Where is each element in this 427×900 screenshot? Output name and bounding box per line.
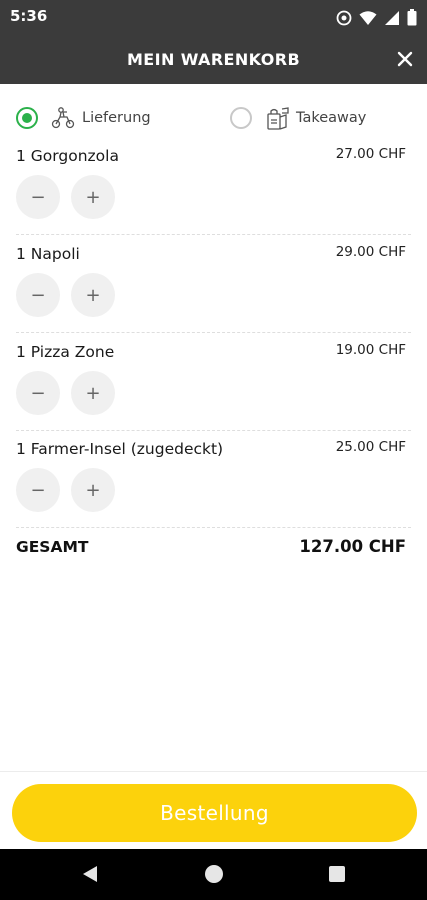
- item-price: 25.00 CHF: [335, 439, 406, 455]
- page-title: MEIN WARENKORB: [126, 50, 301, 69]
- total-row: GESAMT 127.00 CHF: [16, 526, 411, 566]
- battery-icon: [407, 9, 417, 26]
- order-button[interactable]: Bestellung: [12, 784, 417, 842]
- takeaway-radio[interactable]: [230, 107, 252, 129]
- item-name: 1 Napoli: [16, 245, 80, 263]
- signal-icon: [384, 10, 400, 26]
- home-icon[interactable]: [205, 865, 223, 883]
- increase-quantity-button[interactable]: +: [71, 468, 115, 512]
- item-name: 1 Pizza Zone: [16, 343, 115, 361]
- scooter-icon: [50, 105, 76, 131]
- item-name: 1 Gorgonzola: [16, 147, 119, 165]
- cart-item: 1 Farmer-Insel (zugedeckt) 25.00 CHF − +: [16, 430, 411, 528]
- item-price: 27.00 CHF: [335, 146, 406, 162]
- increase-quantity-button[interactable]: +: [71, 273, 115, 317]
- decrease-quantity-button[interactable]: −: [16, 175, 60, 219]
- takeaway-bag-icon: [264, 105, 290, 131]
- system-nav-bar: [0, 849, 427, 900]
- recents-icon[interactable]: [329, 866, 345, 882]
- item-price: 29.00 CHF: [335, 244, 406, 260]
- wifi-icon: [359, 10, 377, 26]
- total-label: GESAMT: [16, 538, 89, 556]
- increase-quantity-button[interactable]: +: [71, 371, 115, 415]
- status-time: 5:36: [10, 7, 48, 25]
- back-icon[interactable]: [82, 865, 98, 887]
- takeaway-label: Takeaway: [296, 110, 367, 126]
- total-value: 127.00 CHF: [299, 537, 406, 556]
- cart-item: 1 Napoli 29.00 CHF − +: [16, 235, 411, 333]
- decrease-quantity-button[interactable]: −: [16, 468, 60, 512]
- decrease-quantity-button[interactable]: −: [16, 371, 60, 415]
- close-icon: [397, 51, 413, 71]
- app-header: MEIN WARENKORB: [0, 38, 427, 84]
- alarm-icon: [336, 10, 352, 26]
- lieferung-radio[interactable]: [16, 107, 38, 129]
- decrease-quantity-button[interactable]: −: [16, 273, 60, 317]
- delivery-option-takeaway[interactable]: Takeaway: [230, 98, 366, 138]
- increase-quantity-button[interactable]: +: [71, 175, 115, 219]
- status-icons: [336, 9, 417, 26]
- delivery-options: Lieferung Takeaway: [0, 98, 427, 138]
- item-price: 19.00 CHF: [335, 342, 406, 358]
- bottom-panel: Bestellung: [0, 771, 427, 849]
- item-name: 1 Farmer-Insel (zugedeckt): [16, 440, 224, 458]
- delivery-option-lieferung[interactable]: Lieferung: [16, 98, 151, 138]
- cart-item: 1 Pizza Zone 19.00 CHF − +: [16, 333, 411, 431]
- lieferung-label: Lieferung: [82, 110, 151, 126]
- close-button[interactable]: [393, 49, 417, 73]
- status-bar: 5:36: [0, 0, 427, 38]
- cart-item: 1 Gorgonzola 27.00 CHF − +: [16, 137, 411, 235]
